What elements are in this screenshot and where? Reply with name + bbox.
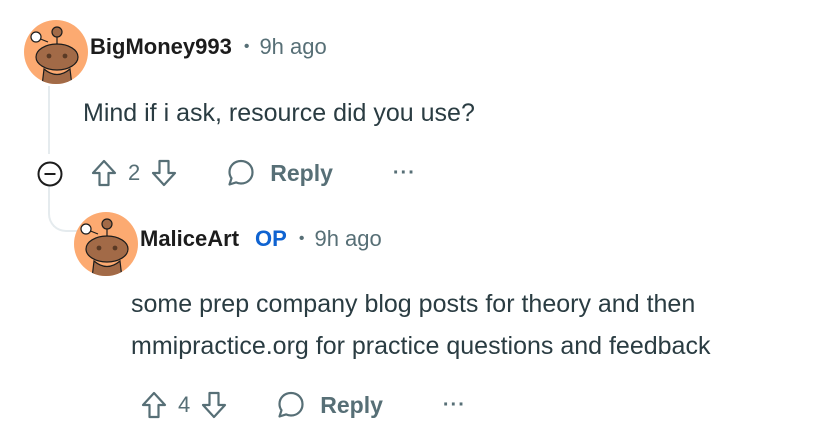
vote-count: 4 (178, 392, 191, 417)
more-options-button[interactable]: ··· (393, 162, 416, 185)
snoo-avatar-icon (80, 218, 129, 276)
downvote-button[interactable] (200, 390, 228, 420)
comment-meta: MaliceArt OP • 9h ago (140, 223, 382, 255)
upvote-button[interactable] (90, 158, 118, 188)
reply-label: Reply (270, 159, 333, 186)
reply-label: Reply (320, 391, 383, 418)
timestamp[interactable]: 9h ago (259, 34, 326, 60)
username[interactable]: MaliceArt (140, 226, 239, 252)
timestamp[interactable]: 9h ago (314, 226, 381, 252)
avatar[interactable] (24, 20, 88, 84)
comment-action-bar: 2 Reply ··· (90, 153, 416, 193)
upvote-arrow-icon (141, 391, 167, 419)
reply-button[interactable]: Reply (226, 158, 333, 188)
downvote-button[interactable] (150, 158, 178, 188)
upvote-button[interactable] (140, 390, 168, 420)
comment-text-line: mmipractice.org for practice questions a… (131, 332, 711, 360)
avatar[interactable] (74, 212, 138, 276)
username[interactable]: BigMoney993 (90, 34, 232, 60)
upvote-arrow-icon (91, 159, 117, 187)
collapse-thread-icon (37, 161, 63, 187)
reply-bubble-icon (278, 391, 304, 418)
comment-text-line: some prep company blog posts for theory … (131, 290, 696, 318)
downvote-arrow-icon (152, 159, 177, 187)
meta-separator: • (298, 230, 305, 247)
comment-body: Mind if i ask, resource did you use? (83, 92, 475, 134)
vote-count: 2 (128, 160, 141, 185)
thread-line (48, 86, 50, 154)
meta-separator: • (243, 38, 250, 55)
collapse-thread-button[interactable] (36, 160, 64, 188)
snoo-avatar-icon (30, 26, 79, 84)
reply-bubble-icon (228, 159, 254, 186)
op-badge: OP (255, 226, 287, 251)
comment-action-bar: 4 Reply ··· (140, 385, 466, 425)
downvote-arrow-icon (202, 391, 227, 419)
thread-line-branch (48, 186, 82, 232)
comment-text-line: Mind if i ask, resource did you use? (83, 99, 475, 127)
comment-body: some prep company blog posts for theory … (131, 283, 710, 367)
comment-meta: BigMoney993 • 9h ago (90, 31, 327, 63)
more-options-button[interactable]: ··· (443, 394, 466, 417)
reply-button[interactable]: Reply (276, 390, 383, 420)
